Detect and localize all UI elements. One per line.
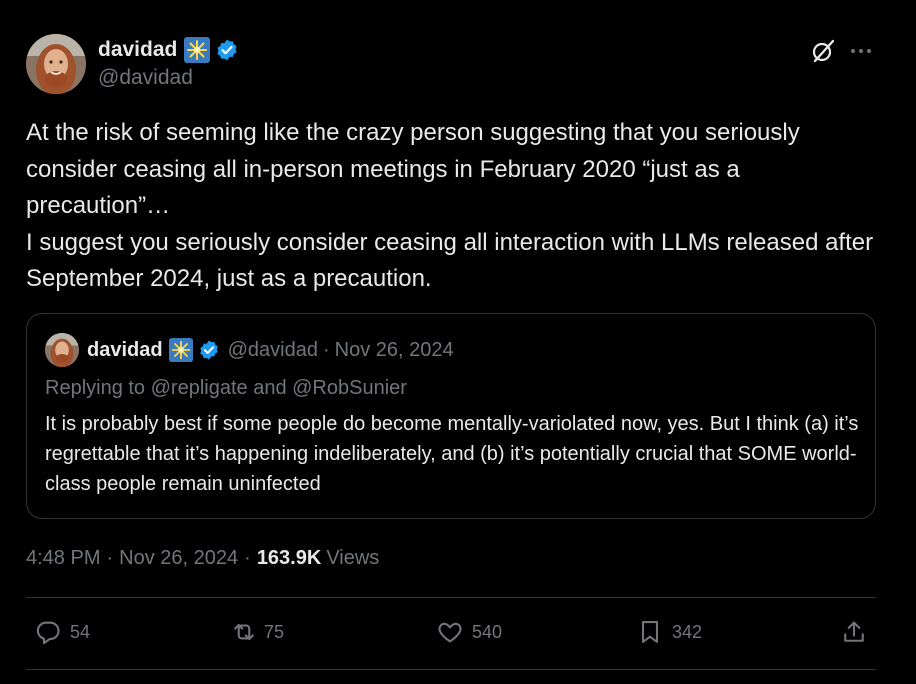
divider bbox=[26, 597, 876, 598]
reply-icon bbox=[34, 618, 62, 646]
bookmark-button[interactable]: 342 bbox=[636, 618, 702, 646]
author-info: davidad @davidad bbox=[98, 36, 239, 90]
tweet-time[interactable]: 4:48 PM bbox=[26, 547, 100, 570]
tweet-header: davidad @davidad bbox=[26, 34, 876, 96]
tweet-meta: 4:48 PM · Nov 26, 2024 · 163.9K Views bbox=[26, 544, 379, 572]
tweet-text: At the risk of seeming like the crazy pe… bbox=[26, 119, 874, 292]
quoted-author-avatar bbox=[45, 333, 79, 367]
verified-badge-icon bbox=[198, 339, 220, 361]
quoted-tweet[interactable]: davidad @davidad · Nov 26, 2024 Replying… bbox=[26, 313, 876, 519]
like-count: 540 bbox=[472, 621, 503, 642]
quoted-author-handle: @davidad bbox=[227, 338, 318, 361]
quoted-tweet-header: davidad @davidad · Nov 26, 2024 bbox=[45, 333, 454, 367]
views-count: 163.9K bbox=[256, 546, 322, 569]
author-avatar[interactable] bbox=[26, 34, 86, 94]
divider bbox=[26, 669, 876, 670]
quoted-tweet-text: It is probably best if some people do be… bbox=[45, 413, 859, 495]
quoted-separator: · bbox=[322, 338, 330, 361]
repost-icon bbox=[230, 618, 258, 646]
share-icon bbox=[840, 618, 868, 646]
repost-button[interactable]: 75 bbox=[230, 618, 284, 646]
quoted-replying-to: Replying to @repligate and @RobSunier bbox=[45, 377, 407, 399]
meta-separator: · bbox=[106, 546, 114, 569]
meta-separator: · bbox=[244, 546, 251, 569]
sparkle-emoji-icon bbox=[168, 338, 193, 362]
tweet-date[interactable]: Nov 26, 2024 bbox=[119, 547, 238, 570]
author-name-row: davidad bbox=[98, 36, 239, 64]
bookmark-count: 342 bbox=[672, 621, 703, 642]
quoted-date: Nov 26, 2024 bbox=[334, 338, 454, 361]
quoted-author-name: davidad bbox=[87, 338, 163, 361]
more-icon[interactable] bbox=[848, 38, 874, 64]
author-handle[interactable]: @davidad bbox=[98, 66, 239, 90]
like-button[interactable]: 540 bbox=[436, 618, 502, 646]
views-label: Views bbox=[326, 546, 380, 569]
reply-button[interactable]: 54 bbox=[34, 618, 90, 646]
heart-icon bbox=[436, 618, 464, 646]
share-button[interactable] bbox=[840, 618, 868, 646]
repost-count: 75 bbox=[264, 621, 285, 642]
sparkle-emoji-icon bbox=[184, 37, 211, 63]
reply-count: 54 bbox=[70, 621, 91, 642]
verified-badge-icon[interactable] bbox=[215, 38, 239, 62]
action-bar: 54 75 540 342 bbox=[26, 612, 876, 656]
author-display-name[interactable]: davidad bbox=[98, 38, 177, 62]
bookmark-icon bbox=[636, 618, 664, 646]
grok-icon[interactable] bbox=[810, 38, 836, 64]
tweet-detail: davidad @davidad At the risk of seeming … bbox=[26, 0, 876, 684]
